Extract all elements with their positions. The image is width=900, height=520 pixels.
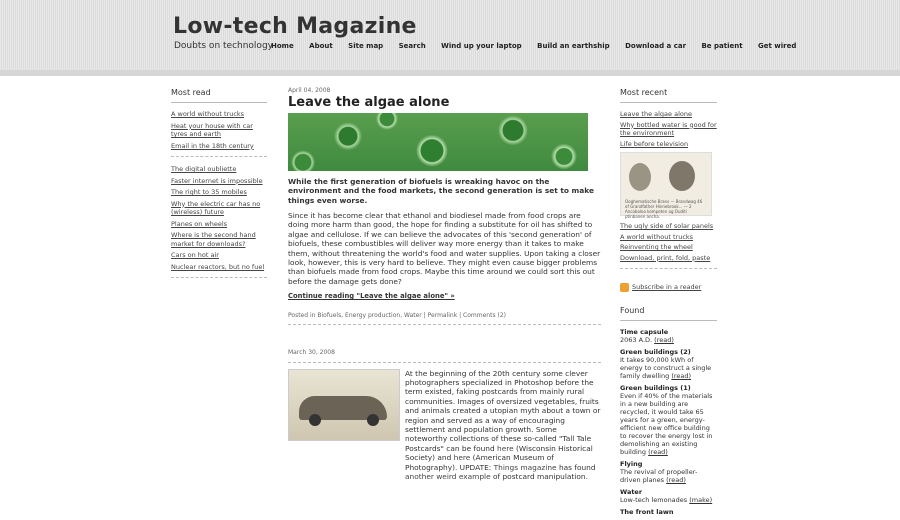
found-heading: Found [620,306,645,315]
found-title: Green buildings (1) [620,384,691,392]
most-read-link[interactable]: Planes on wheels [171,220,267,229]
most-read-link[interactable]: Why the electric car has no (wireless) f… [171,200,267,217]
post: April 04, 2008 Leave the algae alone Whi… [288,86,601,326]
site-tagline: Doubts on technology [174,41,273,51]
found-title: Water [620,488,643,496]
permalink-link[interactable]: Permalink [428,312,458,319]
recent-link[interactable]: A world without trucks [620,233,717,242]
engraving-caption: Ooghematische Brans — Brandwag 46 of Gra… [625,199,703,219]
nav-wind-up-laptop[interactable]: Wind up your laptop [441,42,522,50]
recent-link[interactable]: Reinventing the wheel [620,243,717,252]
here-link[interactable]: here [497,444,514,453]
main-content: April 04, 2008 Leave the algae alone Whi… [288,86,601,481]
postcard-image [288,368,400,441]
most-read-link[interactable]: Faster internet is impossible [171,177,267,186]
found-title: Flying [620,460,643,468]
subscribe-row[interactable]: Subscribe in a reader [620,283,717,292]
posted-in-label: Posted in [288,311,316,319]
here-link[interactable]: here [454,453,471,462]
post: March 30, 2008 At the beginning of the 2… [288,348,601,481]
found-item: Green buildings (1) Even if 40% of the m… [620,384,717,456]
found-item: The front lawn [620,508,717,516]
nav-download-car[interactable]: Download a car [625,42,686,50]
category-link[interactable]: Biofuels [317,312,341,319]
divider [171,156,267,157]
found-item: Green buildings (2) It takes 90,000 kWh … [620,348,717,380]
nav-build-earthship[interactable]: Build an earthship [537,42,610,50]
most-read-link[interactable]: Nuclear reactors, but no fuel [171,263,267,272]
post-date: March 30, 2008 [288,349,335,357]
post-meta: Posted in Biofuels, Energy production, W… [288,311,506,319]
main-nav: Home About Site map Search Wind up your … [271,42,809,50]
most-read-link[interactable]: Heat your house with car tyres and earth [171,122,267,139]
site-title[interactable]: Low-tech Magazine [173,14,417,39]
algae-image [288,112,588,171]
rss-feed-icon [620,283,629,292]
make-link[interactable]: (make) [689,496,712,504]
divider [620,320,717,321]
post-body: At the beginning of the 20th century som… [405,368,601,481]
nav-get-wired[interactable]: Get wired [758,42,796,50]
found-title: The front lawn [620,508,674,516]
divider [620,268,717,269]
divider [620,102,717,103]
found-item: Time capsule 2063 A.D. (read) [620,328,717,344]
recent-link[interactable]: Leave the algae alone [620,110,717,119]
most-read-link[interactable]: The right to 35 mobiles [171,188,267,197]
divider [171,277,267,278]
header-band [0,70,900,76]
read-link[interactable]: (read) [648,448,668,456]
most-read-link[interactable]: Email in the 18th century [171,142,267,151]
recent-link[interactable]: Why bottled water is good for the enviro… [620,121,717,138]
found-item: Water Low-tech lemonades (make) [620,488,717,504]
divider [171,102,267,103]
most-read-link[interactable]: Where is the second hand market for down… [171,231,267,248]
category-link[interactable]: Water [404,312,422,319]
post-date: April 04, 2008 [288,87,331,94]
weird-example-link[interactable]: another weird example [405,472,491,481]
site-header: Low-tech Magazine Doubts on technology H… [0,0,900,71]
read-link[interactable]: (read) [671,372,691,380]
comments-link[interactable]: Comments (2) [463,312,506,319]
nav-be-patient[interactable]: Be patient [701,42,742,50]
post-lead: While the first generation of biofuels i… [288,176,594,205]
left-sidebar: Most read A world without trucks Heat yo… [171,88,267,286]
nav-about[interactable]: About [309,42,333,50]
nav-home[interactable]: Home [271,42,294,50]
subscribe-link[interactable]: Subscribe in a reader [632,283,701,292]
most-read-link[interactable]: A world without trucks [171,110,267,119]
nav-site-map[interactable]: Site map [348,42,383,50]
most-read-heading: Most read [171,88,211,97]
found-item: Flying The revival of propeller-driven p… [620,460,717,484]
recent-link[interactable]: Download, print, fold, paste [620,254,717,263]
continue-reading-link[interactable]: Continue reading "Leave the algae alone"… [288,292,601,301]
category-link[interactable]: Energy production [345,312,400,319]
read-link[interactable]: (read) [654,336,674,344]
found-title: Green buildings (2) [620,348,691,356]
divider [288,361,601,363]
post-body: Since it has become clear that ethanol a… [288,211,601,286]
divider [288,324,601,326]
most-read-link[interactable]: Cars on hot air [171,251,267,260]
found-title: Time capsule [620,328,669,336]
engraving-image: Ooghematische Brans — Brandwag 46 of Gra… [620,152,712,219]
things-magazine-link[interactable]: Things magazine [494,463,557,472]
read-link[interactable]: (read) [666,476,686,484]
right-sidebar: Most recent Leave the algae alone Why bo… [620,88,717,520]
recent-link[interactable]: The ugly side of solar panels [620,222,717,231]
nav-search[interactable]: Search [399,42,426,50]
recent-link[interactable]: Life before television [620,140,717,149]
most-recent-heading: Most recent [620,88,668,97]
post-title[interactable]: Leave the algae alone [288,96,601,110]
most-read-link[interactable]: The digital oubliette [171,165,267,174]
